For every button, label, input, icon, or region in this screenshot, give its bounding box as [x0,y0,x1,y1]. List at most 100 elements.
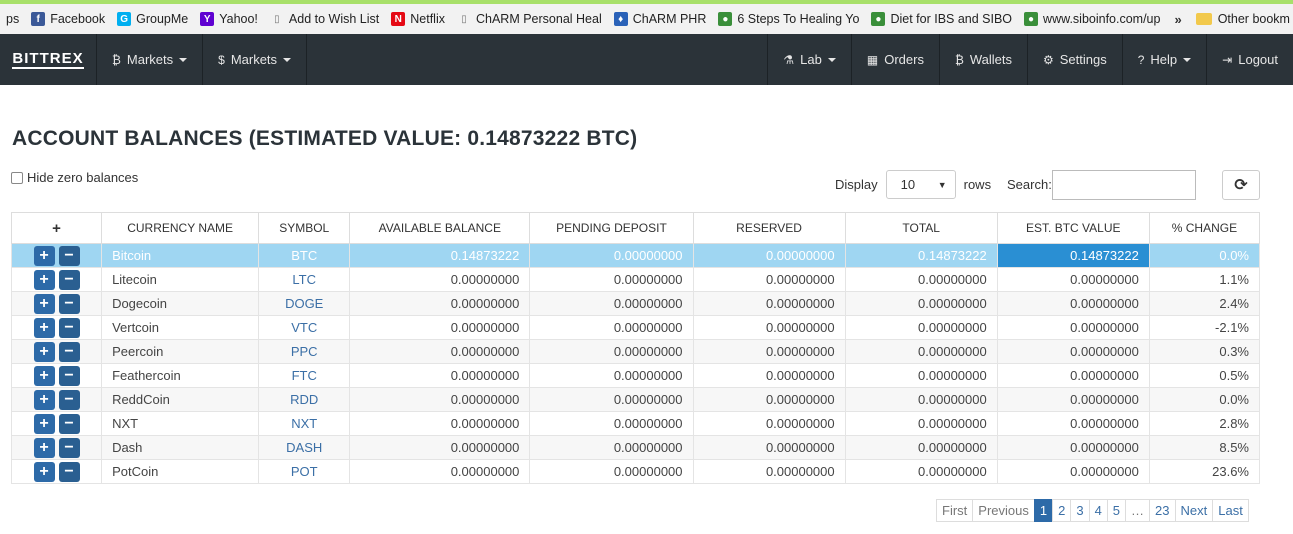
withdraw-button[interactable]: − [58,461,80,482]
currency-name-cell: ReddCoin [101,387,260,412]
hide-zero-toggle[interactable]: Hide zero balances [11,170,138,185]
deposit-button[interactable]: + [33,437,55,458]
deposit-button[interactable]: + [33,389,55,410]
nav-lab[interactable]: ⚗ Lab [767,34,850,85]
symbol-cell[interactable]: LTC [258,267,351,292]
other-bookmarks[interactable]: Other bookm [1190,6,1293,32]
brand-logo[interactable]: BITTREX [0,34,97,85]
top-navbar: BITTREX ₿ Markets $ Markets ⚗ Lab ▦ Orders ₿ Wal… [0,34,1293,85]
bookmark-item[interactable]: f Facebook [25,6,111,32]
nav-markets-btc[interactable]: ₿ Markets [97,34,204,85]
currency-name-cell: Dash [101,435,260,460]
withdraw-button[interactable]: − [58,317,80,338]
refresh-button[interactable]: ⟳ [1222,170,1260,200]
est-btc-value-cell: 0.00000000 [996,411,1150,436]
site-icon: ● [718,12,733,26]
bookmark-item[interactable]: ● 6 Steps To Healing Yo [712,6,865,32]
bookmark-item[interactable]: N Netflix [385,6,451,32]
est-btc-value-cell: 0.00000000 [996,267,1150,292]
bookmark-item[interactable]: G GroupMe [111,6,194,32]
page-link[interactable]: 5 [1106,499,1127,522]
pending-deposit-cell: 0.00000000 [529,363,694,388]
chevron-down-icon: ▼ [937,179,947,190]
table-row[interactable]: + − Feathercoin FTC 0.00000000 0.00000000 0.00… [10,363,1261,388]
symbol-cell[interactable]: POT [258,459,351,484]
withdraw-button[interactable]: − [58,293,80,314]
bookmark-label: 6 Steps To Healing Yo [737,12,860,26]
withdraw-button[interactable]: − [58,341,80,362]
symbol-cell[interactable]: NXT [258,411,351,436]
page-link[interactable]: 3 [1070,499,1090,522]
table-row[interactable]: + − ReddCoin RDD 0.00000000 0.00000000 0.00000… [10,387,1261,412]
table-row[interactable]: + − Vertcoin VTC 0.00000000 0.00000000 0.00000… [10,315,1261,340]
table-row[interactable]: + − PotCoin POT 0.00000000 0.00000000 0.000000… [10,459,1261,484]
deposit-button[interactable]: + [33,413,55,434]
withdraw-button[interactable]: − [58,269,80,290]
deposit-button[interactable]: + [33,269,55,290]
table-row[interactable]: + − Litecoin LTC 0.00000000 0.00000000 0.00000… [10,267,1261,292]
symbol-cell[interactable]: FTC [258,363,351,388]
reserved-cell: 0.00000000 [692,267,846,292]
bookmark-item[interactable]: ps [0,6,25,32]
deposit-button[interactable]: + [33,317,55,338]
search-label: Search: [1007,177,1052,192]
nav-settings[interactable]: ⚙ Settings [1026,34,1122,85]
page-link[interactable]: 23 [1149,499,1176,522]
table-row[interactable]: + − Dash DASH 0.00000000 0.00000000 0.00000000… [10,435,1261,460]
flask-icon: ⚗ [783,52,795,67]
page-link[interactable]: 4 [1088,499,1108,522]
percent-change-cell: 2.4% [1148,291,1261,316]
page-link[interactable]: 1 [1033,499,1054,522]
bookmark-item[interactable]: ▯ Add to Wish List [264,6,385,32]
symbol-cell[interactable]: DASH [258,435,351,460]
bookmark-label: Add to Wish List [288,12,380,26]
bookmark-label: ChARM PHR [632,12,707,26]
page-link[interactable]: First [936,499,974,522]
rows-select[interactable]: 10 ▼ [885,170,956,199]
page-icon: ▯ [274,13,280,25]
withdraw-button[interactable]: − [58,365,80,386]
symbol-cell[interactable]: BTC [258,243,351,268]
currency-name-cell: Litecoin [101,267,260,292]
page-link[interactable]: Last [1212,499,1249,522]
table-row[interactable]: + − NXT NXT 0.00000000 0.00000000 0.00000000 0.… [10,411,1261,436]
withdraw-button[interactable]: − [58,413,80,434]
bookmarks-overflow[interactable]: » [1166,12,1189,27]
page-link[interactable]: Next [1174,499,1214,522]
symbol-cell[interactable]: RDD [258,387,351,412]
table-row[interactable]: + − Dogecoin DOGE 0.00000000 0.00000000 0.0000… [10,291,1261,316]
table-row[interactable]: + − Bitcoin BTC 0.14873222 0.00000000 0.000000… [10,243,1261,268]
deposit-button[interactable]: + [33,365,55,386]
bookmark-item[interactable]: ● Diet for IBS and SIBO [865,6,1018,32]
withdraw-button[interactable]: − [58,389,80,410]
symbol-cell[interactable]: VTC [258,315,351,340]
deposit-button[interactable]: + [33,461,55,482]
bookmark-item[interactable]: ● www.siboinfo.com/up [1018,6,1166,32]
pending-deposit-cell: 0.00000000 [529,435,694,460]
withdraw-button[interactable]: − [58,437,80,458]
deposit-button[interactable]: + [33,293,55,314]
deposit-button[interactable]: + [33,341,55,362]
search-input[interactable] [1052,170,1196,200]
deposit-button[interactable]: + [33,245,55,266]
nav-logout[interactable]: ⇥ Logout [1206,34,1293,85]
charm-icon: ♦ [613,12,628,26]
nav-help[interactable]: ? Help [1121,34,1206,85]
nav-wallets[interactable]: ₿ Wallets [938,34,1027,85]
nav-orders[interactable]: ▦ Orders [850,34,939,85]
nav-markets-usd[interactable]: $ Markets [203,34,308,85]
bookmark-item[interactable]: ♦ ChARM PHR [608,6,713,32]
est-btc-value-cell: 0.00000000 [996,459,1150,484]
table-row[interactable]: + − Peercoin PPC 0.00000000 0.00000000 0.00000… [10,339,1261,364]
symbol-cell[interactable]: PPC [258,339,351,364]
bookmark-item[interactable]: ▯ ChARM Personal Heal [451,6,608,32]
hide-zero-checkbox[interactable] [11,171,23,184]
percent-change-cell: 8.5% [1148,435,1261,460]
withdraw-button[interactable]: − [58,245,80,266]
page-link[interactable]: Previous [972,499,1035,522]
bookmark-item[interactable]: Y Yahoo! [194,6,264,32]
page-link[interactable]: 2 [1052,499,1072,522]
row-actions: + − [10,387,103,412]
symbol-cell[interactable]: DOGE [258,291,351,316]
expand-all-header[interactable]: + [10,212,103,244]
